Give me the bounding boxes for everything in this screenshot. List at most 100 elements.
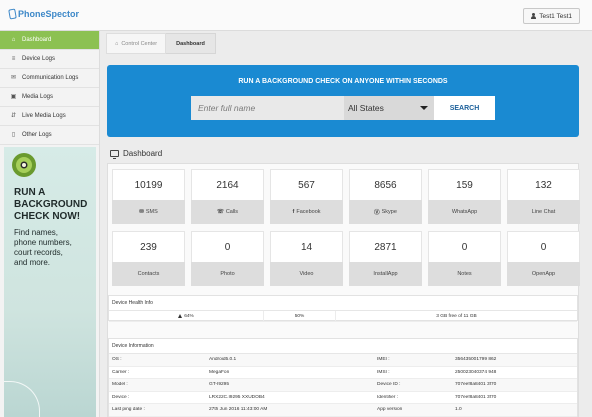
- envelope-icon: ✉: [10, 75, 17, 81]
- ad-headline: RUN A BACKGROUND CHECK NOW!: [14, 187, 88, 222]
- stat-value: 567: [270, 169, 343, 200]
- home-icon: ⌂: [115, 40, 119, 47]
- search-button[interactable]: SEARCH: [434, 96, 495, 120]
- stat-value: 239: [112, 231, 185, 262]
- stat-label: f Facebook: [270, 200, 343, 224]
- device-health-title: Device Health Info: [109, 296, 577, 311]
- background-check-ad[interactable]: RUN A BACKGROUND CHECK NOW! Find names, …: [4, 147, 96, 417]
- sidebar-item-label: Device Logs: [22, 56, 56, 62]
- phone-icon: ☏: [216, 209, 224, 215]
- stat-value: 0: [191, 231, 264, 262]
- stat-notes[interactable]: 0 Notes: [428, 231, 501, 286]
- stat-value: 0: [428, 231, 501, 262]
- search-banner: RUN A BACKGROUND CHECK ON ANYONE WITHIN …: [107, 65, 579, 137]
- stat-facebook[interactable]: 567 f Facebook: [270, 169, 343, 224]
- warning-icon: [178, 314, 183, 318]
- user-icon: [531, 13, 537, 19]
- stat-whatsapp[interactable]: 159 WhatsApp: [428, 169, 501, 224]
- stat-value: 10199: [112, 169, 185, 200]
- stat-skype[interactable]: 8656 Ⓥ Skype: [349, 169, 422, 224]
- dashboard-panel: 10199 ✉ SMS 2164 ☏ Calls 567 f Facebook 865…: [107, 163, 580, 417]
- state-select[interactable]: All States: [344, 96, 434, 120]
- device-health-row: 64% 50% 3 GB free of 11 GB: [109, 310, 577, 322]
- storage-cell: 3 GB free of 11 GB: [436, 313, 477, 319]
- user-menu-button[interactable]: Test1 Test1: [523, 8, 580, 24]
- stat-value: 2871: [349, 231, 422, 262]
- sidebar: ⌂ Dashboard ≡ Device Logs ✉ Communicatio…: [0, 31, 100, 417]
- stat-video[interactable]: 14 Video: [270, 231, 343, 286]
- stat-label: InstallApp: [349, 262, 422, 286]
- table-row: OS : Android5.0.1 IMEI : 356435001799 86…: [109, 354, 577, 367]
- user-name: Test1 Test1: [539, 12, 572, 20]
- sidebar-item-media-logs[interactable]: ▣ Media Logs: [0, 88, 99, 107]
- kiwi-logo-icon: [12, 153, 36, 177]
- stat-label: ✉ SMS: [112, 200, 185, 224]
- banner-title: RUN A BACKGROUND CHECK ON ANYONE WITHIN …: [238, 78, 448, 85]
- sidebar-item-label: Other Logs: [22, 132, 52, 138]
- device-health-panel: Device Health Info 64% 50% 3 GB free of …: [108, 295, 578, 322]
- breadcrumb: ⌂ Control Center Dashboard: [106, 33, 216, 54]
- breadcrumb-current: Dashboard: [166, 33, 216, 54]
- table-row: Model : GT-I9295 Device ID : 707eef8a840…: [109, 379, 577, 392]
- list-icon: ≡: [11, 56, 16, 62]
- app-name: PhoneSpector: [18, 9, 80, 19]
- device-info-table: OS : Android5.0.1 IMEI : 356435001799 86…: [109, 354, 577, 417]
- dashboard-heading: Dashboard: [107, 144, 579, 163]
- stat-sms[interactable]: 10199 ✉ SMS: [112, 169, 185, 224]
- stat-value: 0: [507, 231, 580, 262]
- full-name-input[interactable]: [191, 96, 344, 120]
- device-info-title: Device Information: [109, 339, 577, 354]
- sort-icon: ⇵: [10, 113, 17, 119]
- stat-value: 132: [507, 169, 580, 200]
- device-info-panel: Device Information OS : Android5.0.1 IME…: [108, 338, 578, 417]
- sidebar-item-other-logs[interactable]: ▯ Other Logs: [0, 126, 99, 145]
- stat-calls[interactable]: 2164 ☏ Calls: [191, 169, 264, 224]
- stat-label: Notes: [428, 262, 501, 286]
- envelope-icon: ✉: [139, 209, 144, 215]
- phone-icon: [8, 8, 17, 20]
- breadcrumb-control-center[interactable]: ⌂ Control Center: [106, 33, 167, 54]
- stat-label: ☏ Calls: [191, 200, 264, 224]
- table-row: Last ping date : 27th Jun 2016 11:43:00 …: [109, 404, 577, 417]
- photo-icon: ▣: [10, 94, 17, 100]
- facebook-icon: f: [292, 209, 295, 215]
- table-row: Carrier : MegaFon IMSI : 250023040374 94…: [109, 367, 577, 379]
- signal-cell: 50%: [264, 310, 336, 322]
- sidebar-item-live-media-logs[interactable]: ⇵ Live Media Logs: [0, 107, 99, 126]
- stat-label: Line Chat: [507, 200, 580, 224]
- stat-label: Ⓥ Skype: [349, 200, 422, 224]
- caret-down-icon: [420, 106, 428, 110]
- sidebar-item-label: Live Media Logs: [22, 113, 66, 119]
- file-icon: ▯: [11, 132, 16, 138]
- stat-label: Photo: [191, 262, 264, 286]
- stat-value: 159: [428, 169, 501, 200]
- app-logo[interactable]: PhoneSpector: [8, 8, 80, 20]
- stat-value: 8656: [349, 169, 422, 200]
- monitor-icon: [110, 150, 119, 159]
- battery-cell: 64%: [109, 310, 264, 322]
- sidebar-item-dashboard[interactable]: ⌂ Dashboard: [0, 31, 99, 50]
- top-bar: PhoneSpector Test1 Test1: [0, 0, 592, 31]
- stat-line-chat[interactable]: 132 Line Chat: [507, 169, 580, 224]
- sidebar-item-label: Dashboard: [22, 37, 52, 43]
- home-icon: ⌂: [11, 37, 16, 43]
- stat-value: 2164: [191, 169, 264, 200]
- stat-installapp[interactable]: 2871 InstallApp: [349, 231, 422, 286]
- stat-label: OpenApp: [507, 262, 580, 286]
- table-row: Device : LRX22C.I9295 XXUDOB4 Identifier…: [109, 392, 577, 404]
- skype-icon: Ⓥ: [374, 210, 380, 216]
- sidebar-item-communication-logs[interactable]: ✉ Communication Logs: [0, 69, 99, 88]
- dashboard-title: Dashboard: [123, 149, 163, 158]
- stat-photo[interactable]: 0 Photo: [191, 231, 264, 286]
- stat-value: 14: [270, 231, 343, 262]
- stat-contacts[interactable]: 239 Contacts: [112, 231, 185, 286]
- sidebar-item-label: Communication Logs: [22, 75, 79, 81]
- sidebar-item-device-logs[interactable]: ≡ Device Logs: [0, 50, 99, 69]
- stat-label: Contacts: [112, 262, 185, 286]
- stat-label: Video: [270, 262, 343, 286]
- stat-openapp[interactable]: 0 OpenApp: [507, 231, 580, 286]
- ad-subtext: Find names, phone numbers, court records…: [14, 228, 72, 267]
- hand-illustration: [4, 381, 40, 417]
- stat-label: WhatsApp: [428, 200, 501, 224]
- sidebar-item-label: Media Logs: [22, 94, 54, 100]
